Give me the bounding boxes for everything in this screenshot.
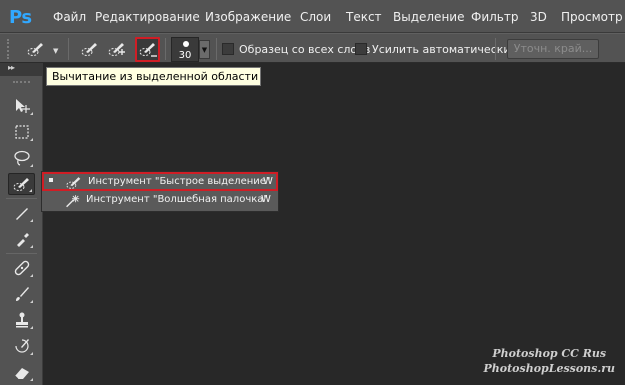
watermark-line-2: PhotoshopLessons.ru [483, 362, 615, 375]
flyout-item-label: Инструмент "Волшебная палочка" [86, 194, 268, 205]
eraser-icon [14, 368, 29, 380]
toolbox-grip[interactable] [13, 81, 30, 83]
quick-selection-icon [27, 43, 43, 56]
stamp-icon [15, 312, 28, 328]
options-separator [165, 38, 166, 60]
tool-clone-stamp[interactable] [8, 309, 35, 331]
flyout-item-magic-wand[interactable]: Инструмент "Волшебная палочка" W [42, 192, 278, 211]
options-bar-grip[interactable] [7, 39, 11, 59]
tool-eyedropper[interactable] [8, 228, 35, 250]
menu-bar: Ps Файл Редактирование Изображение Слои … [0, 0, 625, 33]
menu-edit[interactable]: Редактирование [95, 10, 200, 24]
tool-group-indicator [30, 352, 33, 355]
new-selection-button[interactable] [79, 38, 101, 60]
refine-edge-button[interactable]: Уточн. край... [507, 39, 599, 59]
eyedropper-icon [16, 233, 29, 247]
watermark-line-1: Photoshop CC Rus [492, 347, 607, 360]
options-separator [216, 38, 217, 60]
menu-image[interactable]: Изображение [205, 10, 291, 24]
brush-tip-icon [183, 41, 189, 47]
tool-preset-picker[interactable] [25, 38, 47, 60]
sample-all-layers-checkbox[interactable] [222, 43, 234, 55]
menu-file[interactable]: Файл [53, 10, 86, 24]
subtract-from-selection-button[interactable] [135, 37, 160, 62]
quick-selection-subtract-icon [139, 42, 157, 57]
add-to-selection-button[interactable] [106, 38, 128, 60]
toolbox-separator [6, 253, 37, 254]
tool-group-indicator [30, 112, 33, 115]
tool-eraser[interactable] [8, 361, 35, 383]
tool-healing-brush[interactable] [8, 257, 35, 279]
flyout-item-shortcut: W [261, 194, 271, 205]
flyout-item-label: Инструмент "Быстрое выделение" [88, 176, 271, 187]
toolbox-header: ▸▸ [0, 63, 43, 76]
tool-lasso[interactable] [8, 147, 35, 169]
move-icon [15, 99, 30, 113]
sample-all-layers-label: Образец со всех слоев [239, 43, 371, 56]
lasso-icon [13, 150, 30, 166]
bandage-icon [14, 260, 29, 276]
quick-selection-new-icon [81, 43, 97, 56]
tool-group-indicator [30, 245, 33, 248]
options-separator [495, 38, 496, 60]
menu-3d[interactable]: 3D [530, 10, 547, 24]
tool-group-indicator [30, 219, 33, 222]
tool-group-indicator [30, 138, 33, 141]
tool-group-indicator [30, 378, 33, 381]
selected-bullet-icon [49, 178, 53, 182]
tool-flyout-menu: Инструмент "Быстрое выделение" W Инструм… [41, 171, 279, 212]
tool-move[interactable] [8, 95, 35, 117]
tooltip: Вычитание из выделенной области [46, 67, 261, 86]
options-separator [68, 38, 69, 60]
tool-history-brush[interactable] [8, 335, 35, 357]
tool-crop[interactable] [8, 202, 35, 224]
tool-group-indicator [30, 274, 33, 277]
flyout-item-quick-selection[interactable]: Инструмент "Быстрое выделение" W [42, 172, 278, 191]
auto-enhance-checkbox[interactable] [355, 43, 367, 55]
tool-quick-selection[interactable] [8, 173, 35, 195]
flyout-item-shortcut: W [263, 176, 273, 187]
menu-view[interactable]: Просмотр [561, 10, 623, 24]
menu-filter[interactable]: Фильтр [471, 10, 518, 24]
quick-selection-icon [66, 177, 81, 189]
history-brush-icon [14, 339, 29, 353]
tool-group-indicator [30, 326, 33, 329]
tool-group-indicator [29, 189, 32, 192]
brush-size-picker[interactable]: 30 [171, 37, 199, 62]
brush-size-value: 30 [178, 50, 192, 61]
tool-rect-marquee[interactable] [8, 121, 35, 143]
menu-type[interactable]: Текст [346, 10, 382, 24]
brush-size-dropdown[interactable]: ▼ [199, 40, 210, 59]
tool-group-indicator [30, 164, 33, 167]
crop-knife-icon [15, 208, 28, 220]
menu-layers[interactable]: Слои [300, 10, 331, 24]
collapse-arrows-icon[interactable]: ▸▸ [8, 63, 15, 72]
quick-selection-add-icon [108, 43, 125, 56]
photoshop-logo: Ps [9, 7, 32, 28]
tool-group-indicator [30, 300, 33, 303]
tool-brush[interactable] [8, 283, 35, 305]
watermark: Photoshop CC Rus PhotoshopLessons.ru [483, 346, 615, 376]
brush-icon [15, 287, 29, 301]
menu-select[interactable]: Выделение [393, 10, 464, 24]
toolbox: ▸▸ [0, 63, 43, 385]
auto-enhance-label: Усилить автоматически [372, 43, 511, 56]
toolbox-separator [6, 198, 37, 199]
preset-dropdown-arrow[interactable]: ▼ [53, 47, 58, 55]
options-bar: ▼ 30 ▼ Образец со всех слоев Усилить авт… [0, 33, 625, 63]
rectangular-marquee-icon [14, 125, 29, 139]
magic-wand-icon [66, 195, 80, 208]
